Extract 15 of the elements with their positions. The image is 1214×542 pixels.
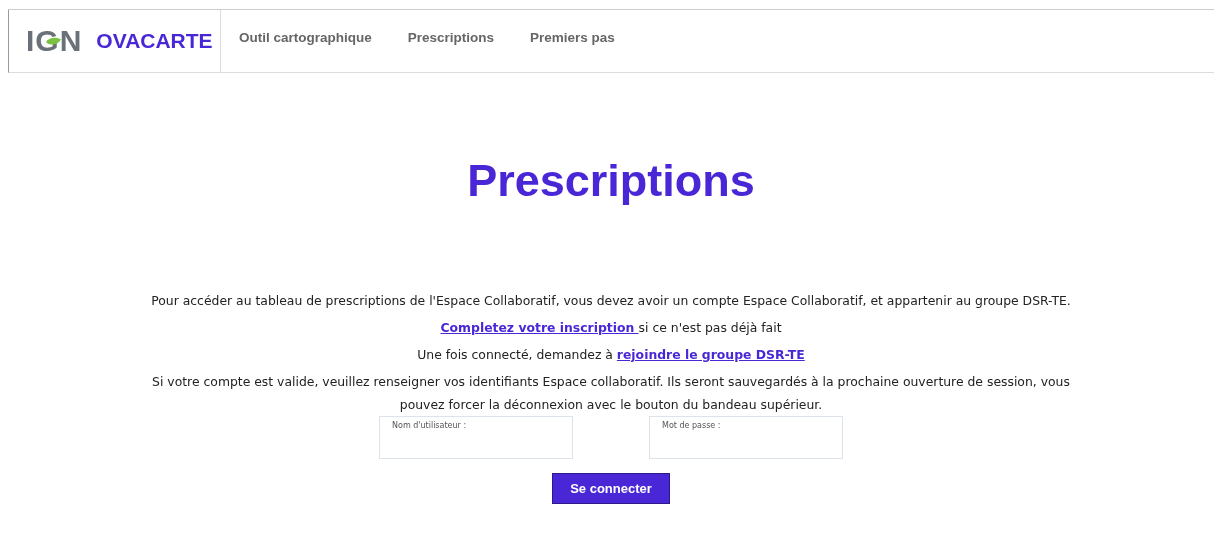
password-field[interactable]: Mot de passe : xyxy=(649,416,843,459)
page-title: Prescriptions xyxy=(467,155,755,207)
login-button[interactable]: Se connecter xyxy=(552,473,670,504)
info-text: Pour accéder au tableau de prescriptions de l'Espace Collaboratif, vous devez avoir un compte Espace Collaboratif, et appartenir au groupe DSR-TE. xyxy=(151,292,1071,310)
leaf-icon xyxy=(45,37,62,47)
brand-link[interactable]: OVACARTE xyxy=(96,29,213,53)
info-text: Une fois connecté, demandez à rejoindre le groupe DSR-TE xyxy=(417,346,805,364)
text-link[interactable]: Completez votre inscription xyxy=(440,320,639,335)
text-link[interactable]: rejoindre le groupe DSR-TE xyxy=(616,347,805,362)
info-text: Si votre compte est valide, veuillez renseigner vos identifiants Espace collaboratif. Ils seront sauvegardés à la prochaine ouverture de session, vous pouvez forcer la déconnexion avec le bouton du bandeau supérieur. xyxy=(151,373,1071,414)
nav-link[interactable]: Prescriptions xyxy=(407,29,495,45)
nav-link[interactable]: Premiers pas xyxy=(530,29,615,45)
nav-link[interactable]: Outil cartographique xyxy=(239,29,372,45)
username-field[interactable]: Nom d'utilisateur : xyxy=(379,416,573,459)
info-text: Completez votre inscription si ce n'est pas déjà fait xyxy=(440,319,782,337)
